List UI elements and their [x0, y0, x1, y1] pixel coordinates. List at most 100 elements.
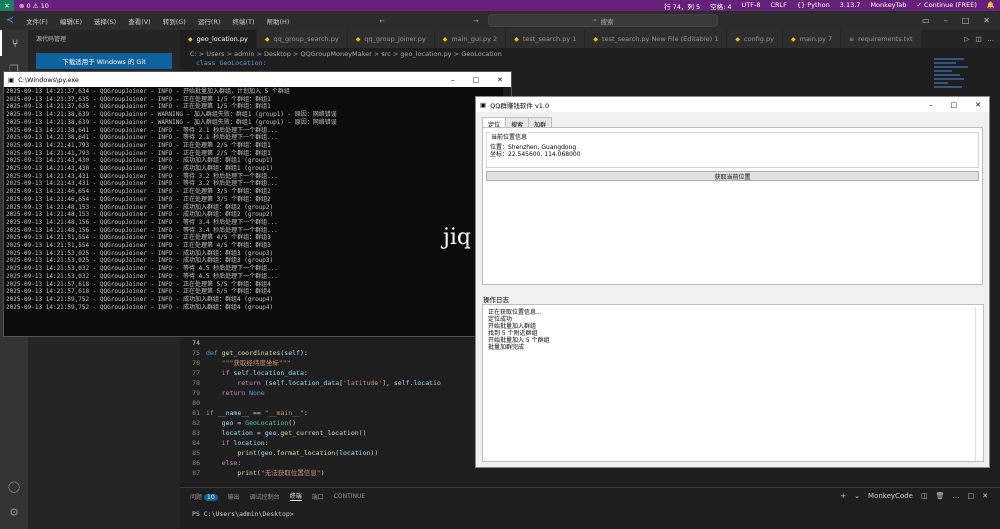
status-item[interactable]: 🔔: [982, 1, 1000, 11]
line-number: 74: [192, 339, 200, 347]
app-title: QQ群赚钱软件 v1.0: [490, 101, 550, 110]
split-terminal-icon[interactable]: ◫: [921, 492, 928, 500]
app-minimize-button[interactable]: –: [929, 101, 933, 109]
breadcrumb[interactable]: C: > Users > admin > Desktop > QQGroupMo…: [180, 48, 1000, 60]
console-maximize-button[interactable]: □: [473, 76, 480, 84]
terminal-prompt[interactable]: PS C:\Users\admin\Desktop>: [180, 504, 1000, 524]
line-number: 86: [192, 459, 200, 467]
editor-tab-label: config.py: [744, 35, 774, 43]
code-text: geo = GeoLocation(): [221, 419, 297, 427]
get-location-button[interactable]: 获取当前位置: [486, 171, 979, 181]
editor-tab[interactable]: ◆ geo_location.py: [180, 30, 257, 48]
python-icon: ◆: [355, 35, 361, 43]
log-line: 批量加群完成: [488, 344, 525, 351]
status-item[interactable]: CRLF: [765, 1, 791, 11]
code-text: """获取经纬度坐标""": [221, 359, 291, 367]
terminal-profile-label[interactable]: MonkeyCode: [868, 492, 913, 500]
code-line: 80: [186, 398, 476, 408]
menu-item[interactable]: 查看(V): [122, 16, 157, 26]
app-maximize-button[interactable]: □: [951, 101, 958, 109]
layout-icon[interactable]: ▭: [922, 16, 930, 25]
location-group-title: 当前位置信息: [490, 132, 529, 141]
line-number: 77: [192, 369, 200, 377]
editor-tab-label: qq_group_search.py: [273, 35, 339, 43]
line-number: 80: [192, 399, 200, 407]
line-number: 87: [192, 469, 200, 477]
menu-item[interactable]: 终端(T): [226, 16, 260, 26]
panel-tab[interactable]: 端口: [312, 492, 324, 501]
status-item[interactable]: UTF-8: [737, 1, 766, 11]
editor-tab[interactable]: ◆ test_search.py New File (Editable) 1: [585, 30, 728, 48]
panel-tab[interactable]: 调试控制台: [250, 492, 280, 501]
editor-tab[interactable]: ≡ requirements.txt: [841, 30, 922, 48]
status-item[interactable]: {} Python: [792, 1, 835, 11]
status-item[interactable]: MonkeyTab: [865, 1, 911, 11]
menu-item[interactable]: 文件(F): [20, 16, 54, 26]
close-panel-icon[interactable]: ✕: [982, 492, 988, 500]
more-icon[interactable]: …: [953, 492, 960, 500]
operation-log[interactable]: 正在获取位置信息... 定位成功 开始批量加入群组 找到 5 个附近群组 开始批量加入 …: [482, 304, 984, 462]
new-terminal-icon[interactable]: +: [840, 492, 846, 500]
editor-tab[interactable]: ◆ main.py 7: [782, 30, 842, 48]
console-minimize-button[interactable]: –: [451, 76, 455, 84]
editor-tabs: ◆ geo_location.py ◆ qq_group_search.py ◆ qq_g…: [180, 30, 1000, 48]
console-close-button[interactable]: ✕: [497, 76, 503, 84]
code-text: location = geo.get_current_location(): [221, 429, 367, 437]
menu-item[interactable]: 帮助(H): [260, 16, 295, 26]
search-icon: ⌕: [593, 16, 597, 24]
terminal-dropdown-icon[interactable]: ⌄: [854, 492, 860, 500]
code-editor[interactable]: 74 75 def get_coordinates(self): 76 """获取经纬…: [186, 338, 476, 483]
editor-tab[interactable]: ◆ config.py: [727, 30, 783, 48]
source-control-icon[interactable]: ⑂: [0, 30, 28, 56]
status-item[interactable]: 空格: 4: [705, 1, 736, 11]
menu-item[interactable]: 编辑(E): [54, 16, 88, 26]
python-icon: ◆: [735, 35, 741, 43]
editor-tab[interactable]: ◆ qq_group_search.py: [256, 30, 348, 48]
app-close-button[interactable]: ✕: [975, 101, 981, 109]
code-line: 78 return (self.location_data['latitude'…: [186, 378, 476, 388]
console-line: 2025-09-13 14:21:37,634 - QQGroupJoiner …: [6, 88, 290, 95]
log-scrollbar[interactable]: [975, 307, 981, 461]
editor-tab[interactable]: ◆ main_gui.py 2: [434, 30, 507, 48]
maximize-panel-icon[interactable]: □: [968, 492, 975, 500]
close-button[interactable]: ✕: [983, 16, 990, 25]
editor-tab[interactable]: ◆ test_search.py 1: [506, 30, 586, 48]
panel-tab-problems[interactable]: 问题 10: [190, 492, 218, 501]
menu-item[interactable]: 运行(R): [192, 16, 227, 26]
status-bar: ✕ ⊗ 0 ⚠ 10 行 74，列 5 空格: 4 UTF-8 CRLF{} Pyth…: [0, 0, 1000, 11]
run-icon[interactable]: ▷: [964, 35, 969, 43]
back-button[interactable]: ←: [375, 17, 388, 25]
editor-tab-label: geo_location.py: [196, 35, 248, 43]
maximize-button[interactable]: □: [962, 16, 970, 25]
coordinates-text: 坐标：22.545600, 114.068000: [490, 151, 581, 158]
download-git-button[interactable]: 下载适用于 Windows 的 Git: [36, 53, 172, 69]
more-actions-icon[interactable]: …: [988, 35, 995, 43]
console-line: 2025-09-13 14:21:59,752 - QQGroupJoiner …: [6, 295, 274, 303]
console-line: 2025-09-13 14:21:53,032 - QQGroupJoiner …: [6, 272, 278, 280]
status-item[interactable]: 行 74，列 5: [659, 1, 705, 11]
code-text: return (self.location_data['latitude'], …: [237, 379, 441, 387]
watermark-text: jiq: [443, 225, 471, 250]
trash-icon[interactable]: 🗑: [936, 492, 945, 500]
minimize-button[interactable]: –: [944, 16, 948, 25]
status-item[interactable]: 3.13.7: [835, 1, 866, 11]
editor-tab[interactable]: ◆ qq_group_joiner.py: [347, 30, 435, 48]
menu-item[interactable]: 选择(S): [88, 16, 122, 26]
code-text: print("无法获取位置信息"): [237, 469, 325, 477]
log-line: 定位成功: [488, 316, 513, 323]
command-search[interactable]: ⌕ 搜索: [488, 14, 719, 27]
status-item[interactable]: ✓ Continue (FREE): [912, 1, 982, 11]
console-line: 2025-09-13 14:21:51,554 - QQGroupJoiner …: [6, 234, 271, 242]
remote-icon[interactable]: ✕: [0, 0, 14, 11]
forward-button[interactable]: →: [469, 17, 482, 25]
code-text: print(geo.format_location(location)): [237, 449, 379, 457]
panel-tab[interactable]: 输出: [228, 492, 240, 501]
menu-item[interactable]: 转到(G): [157, 16, 192, 26]
account-icon[interactable]: ◯: [0, 473, 28, 499]
split-editor-icon[interactable]: ◫: [975, 35, 981, 43]
code-line: 83 location = geo.get_current_location(): [186, 428, 476, 438]
panel-tab[interactable]: 终端: [289, 491, 302, 501]
panel-tab[interactable]: CONTINUE: [334, 493, 366, 500]
problems-status[interactable]: ⊗ 0 ⚠ 10: [14, 2, 54, 10]
settings-gear-icon[interactable]: ⚙: [0, 499, 28, 525]
